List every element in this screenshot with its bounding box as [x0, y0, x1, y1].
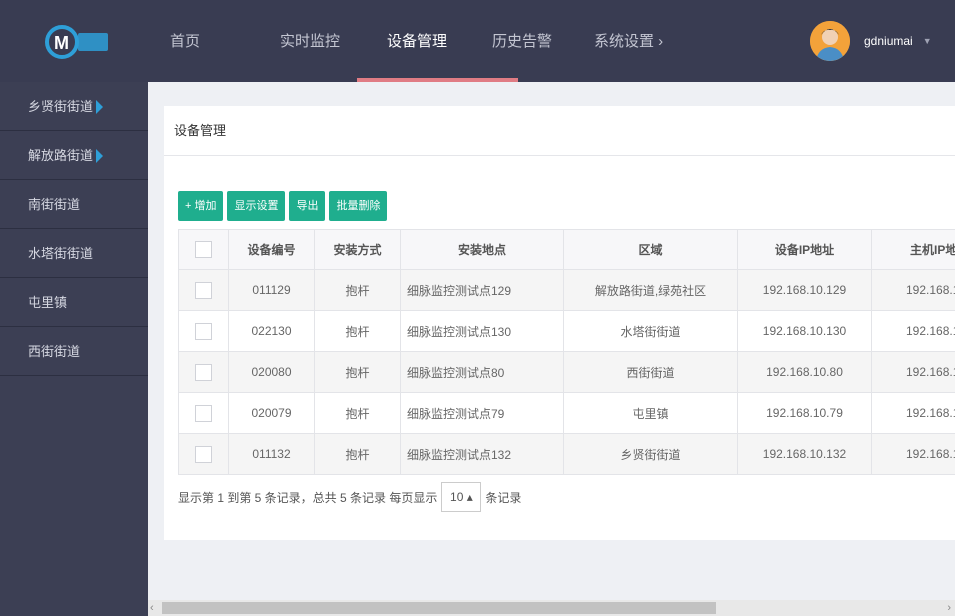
sidebar-item-label: 南街街道	[28, 197, 81, 212]
device-id-cell: 020079	[228, 392, 315, 434]
avatar[interactable]	[810, 21, 850, 61]
host-ip-cell: 192.168.10	[871, 351, 955, 393]
toolbar: + 增加 显示设置 导出 批量删除	[178, 191, 391, 221]
main-nav: 首页 实时监控 设备管理 历史告警 系统设置 ›	[170, 0, 684, 82]
install-method-cell: 抱杆	[314, 269, 401, 311]
install-location-cell: 细脉监控测试点80	[400, 351, 564, 393]
row-select-cell	[178, 433, 229, 475]
select-all-checkbox[interactable]	[195, 241, 212, 258]
pagination-summary: 显示第 1 到第 5 条记录，总共 5 条记录 每页显示	[178, 490, 438, 505]
region-cell: 屯里镇	[563, 392, 738, 434]
nav-device-management[interactable]: 设备管理	[357, 0, 518, 82]
device-ip-cell: 192.168.10.80	[737, 351, 872, 393]
table-row[interactable]: 020079 抱杆 细脉监控测试点79 屯里镇 192.168.10.79 19…	[178, 392, 955, 434]
sidebar-item-label: 乡贤街街道	[28, 99, 94, 114]
scroll-left-icon[interactable]: ‹	[150, 600, 154, 616]
username[interactable]: gdniumai	[864, 34, 913, 48]
column-header[interactable]: 主机IP地址	[871, 229, 955, 270]
install-location-cell: 细脉监控测试点79	[400, 392, 564, 434]
install-method-cell: 抱杆	[314, 351, 401, 393]
logo[interactable]: M	[44, 22, 112, 62]
column-header[interactable]: 安装方式	[314, 229, 401, 270]
sidebar: 乡贤街街道 解放路街道 南街街道 水塔街街道 屯里镇 西街街道	[0, 82, 148, 616]
install-location-cell: 细脉监控测试点129	[400, 269, 564, 311]
column-header[interactable]: 安装地点	[400, 229, 564, 270]
region-cell: 水塔街街道	[563, 310, 738, 352]
sidebar-item-jiefanglu[interactable]: 解放路街道	[0, 131, 148, 180]
display-settings-button[interactable]: 显示设置	[227, 191, 286, 221]
row-checkbox[interactable]	[195, 445, 212, 463]
host-ip-cell: 192.168.10	[871, 310, 955, 352]
install-method-cell: 抱杆	[314, 433, 401, 475]
table-row[interactable]: 011132 抱杆 细脉监控测试点132 乡贤街街道 192.168.10.13…	[178, 433, 955, 475]
device-id-cell: 022130	[228, 310, 315, 352]
panel-title: 设备管理	[164, 106, 955, 156]
sidebar-item-xijie[interactable]: 西街街道	[0, 327, 148, 376]
sidebar-item-label: 屯里镇	[28, 295, 68, 310]
nav-realtime-monitor[interactable]: 实时监控	[280, 0, 387, 82]
row-checkbox[interactable]	[195, 404, 212, 422]
device-table-wrapper: 设备编号 安装方式 安装地点 区域 设备IP地址 主机IP地址 011129 抱…	[178, 229, 955, 475]
table-header-row: 设备编号 安装方式 安装地点 区域 设备IP地址 主机IP地址	[178, 229, 955, 270]
chevron-right-icon	[96, 100, 103, 114]
sidebar-item-label: 水塔街街道	[28, 246, 94, 261]
host-ip-cell: 192.168.10	[871, 269, 955, 311]
sidebar-item-xiangxianjie[interactable]: 乡贤街街道	[0, 82, 148, 131]
column-header[interactable]: 设备编号	[228, 229, 315, 270]
device-panel: 设备管理 + 增加 显示设置 导出 批量删除 设备编号 安装方式 安装地点 区域…	[164, 106, 955, 540]
region-cell: 解放路街道,绿苑社区	[563, 269, 738, 311]
install-location-cell: 细脉监控测试点130	[400, 310, 564, 352]
nav-home[interactable]: 首页	[170, 0, 280, 82]
row-select-cell	[178, 269, 229, 311]
table-row[interactable]: 011129 抱杆 细脉监控测试点129 解放路街道,绿苑社区 192.168.…	[178, 269, 955, 311]
nav-history-alarms[interactable]: 历史告警	[492, 0, 594, 82]
install-method-cell: 抱杆	[314, 392, 401, 434]
scroll-right-icon[interactable]: ›	[947, 600, 951, 616]
sidebar-item-label: 解放路街道	[28, 148, 94, 163]
sidebar-item-tunli[interactable]: 屯里镇	[0, 278, 148, 327]
device-id-cell: 011129	[228, 269, 315, 311]
pagination-info: 显示第 1 到第 5 条记录，总共 5 条记录 每页显示 10 ▴ 条记录	[178, 482, 521, 512]
table-row[interactable]: 022130 抱杆 细脉监控测试点130 水塔街街道 192.168.10.13…	[178, 310, 955, 352]
scrollbar-thumb[interactable]	[162, 602, 716, 614]
export-button[interactable]: 导出	[289, 191, 326, 221]
add-button[interactable]: + 增加	[178, 191, 224, 221]
sidebar-item-shuitajie[interactable]: 水塔街街道	[0, 229, 148, 278]
svg-text:M: M	[54, 33, 69, 53]
row-checkbox[interactable]	[195, 322, 212, 340]
row-select-cell	[178, 310, 229, 352]
device-id-cell: 011132	[228, 433, 315, 475]
device-ip-cell: 192.168.10.132	[737, 433, 872, 475]
sidebar-item-nanjie[interactable]: 南街街道	[0, 180, 148, 229]
horizontal-scrollbar[interactable]: ‹ ›	[148, 600, 955, 616]
device-table: 设备编号 安装方式 安装地点 区域 设备IP地址 主机IP地址 011129 抱…	[178, 229, 955, 475]
region-cell: 西街街道	[563, 351, 738, 393]
page-size-select[interactable]: 10 ▴	[441, 482, 482, 512]
device-ip-cell: 192.168.10.130	[737, 310, 872, 352]
region-cell: 乡贤街街道	[563, 433, 738, 475]
column-header[interactable]: 设备IP地址	[737, 229, 872, 270]
user-menu[interactable]: gdniumai ▼	[810, 16, 932, 66]
device-ip-cell: 192.168.10.129	[737, 269, 872, 311]
device-id-cell: 020080	[228, 351, 315, 393]
sidebar-item-label: 西街街道	[28, 344, 81, 359]
row-checkbox[interactable]	[195, 363, 212, 381]
host-ip-cell: 192.168.10	[871, 392, 955, 434]
pagination-suffix: 条记录	[485, 490, 522, 505]
install-method-cell: 抱杆	[314, 310, 401, 352]
row-select-cell	[178, 351, 229, 393]
table-row[interactable]: 020080 抱杆 细脉监控测试点80 西街街道 192.168.10.80 1…	[178, 351, 955, 393]
device-ip-cell: 192.168.10.79	[737, 392, 872, 434]
top-navbar: M 首页 实时监控 设备管理 历史告警 系统设置 › gdniumai ▼	[0, 0, 955, 82]
nav-system-settings[interactable]: 系统设置 ›	[594, 0, 684, 82]
select-all-cell	[178, 229, 229, 270]
chevron-down-icon[interactable]: ▼	[923, 36, 932, 46]
host-ip-cell: 192.168.10	[871, 433, 955, 475]
batch-delete-button[interactable]: 批量删除	[329, 191, 388, 221]
column-header[interactable]: 区域	[563, 229, 738, 270]
install-location-cell: 细脉监控测试点132	[400, 433, 564, 475]
row-checkbox[interactable]	[195, 281, 212, 299]
row-select-cell	[178, 392, 229, 434]
chevron-right-icon	[96, 149, 103, 163]
